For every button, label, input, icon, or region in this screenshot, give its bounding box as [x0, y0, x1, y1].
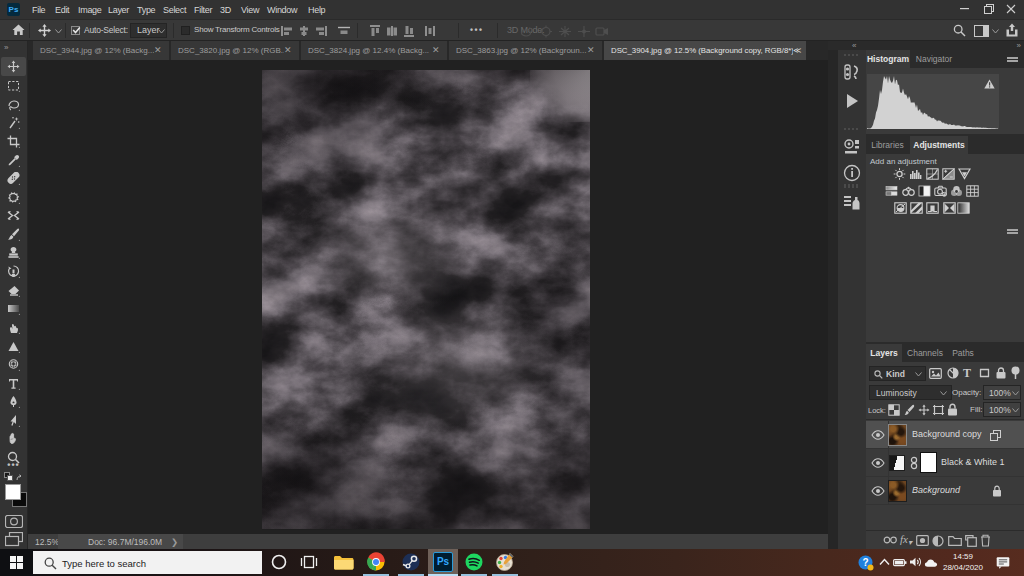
svg-text:?: ? [862, 557, 868, 568]
